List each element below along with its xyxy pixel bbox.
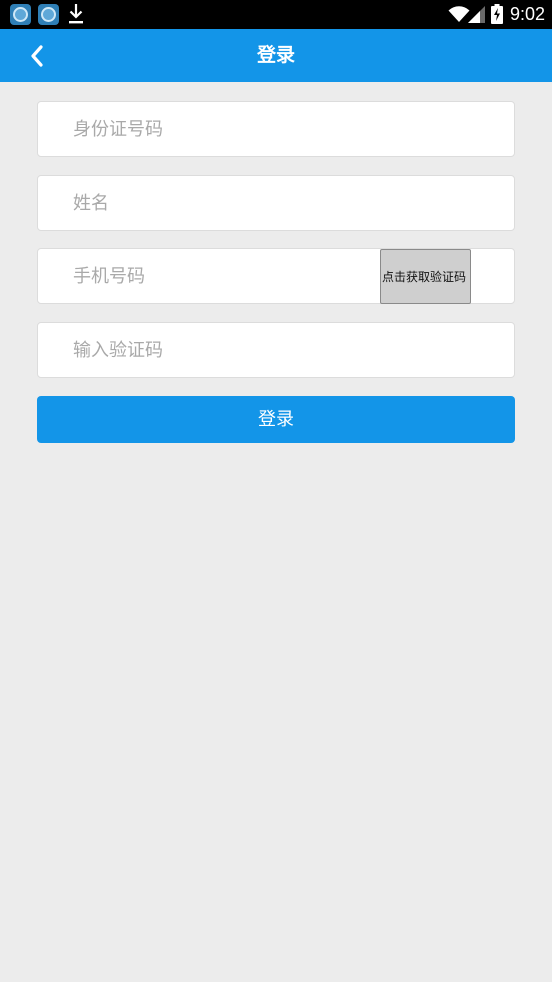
battery-charging-icon bbox=[491, 4, 503, 24]
id-number-field bbox=[37, 101, 515, 157]
code-input[interactable] bbox=[38, 323, 514, 377]
signal-icon bbox=[468, 6, 485, 23]
name-input[interactable] bbox=[38, 176, 514, 230]
page-title: 登录 bbox=[256, 44, 295, 66]
app-notification-icon bbox=[10, 4, 31, 25]
app-notification-icon bbox=[38, 4, 59, 25]
wifi-icon bbox=[448, 6, 470, 22]
id-number-input[interactable] bbox=[38, 102, 514, 156]
status-time: 9:02 bbox=[509, 4, 545, 24]
status-bar: 9:02 bbox=[0, 0, 552, 29]
get-code-button[interactable]: 点击获取验证码 bbox=[380, 249, 471, 304]
login-button[interactable]: 登录 bbox=[37, 396, 515, 443]
app-header: 登录 bbox=[0, 29, 552, 82]
code-field bbox=[37, 322, 515, 378]
phone-field: 点击获取验证码 bbox=[37, 248, 515, 304]
name-field bbox=[37, 175, 515, 231]
download-icon bbox=[69, 4, 83, 24]
